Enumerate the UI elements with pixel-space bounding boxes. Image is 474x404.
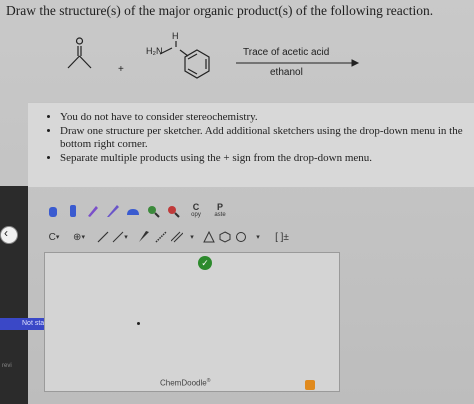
- instruction-item: You do not have to consider stereochemis…: [60, 111, 474, 124]
- instruction-item: Draw one structure per sketcher. Add add…: [60, 125, 474, 151]
- reaction-scheme: + H₂N H Trace of acetic acid ethanol: [0, 28, 474, 98]
- pencil-icon[interactable]: [104, 202, 122, 220]
- reaction-arrow: [236, 59, 360, 67]
- sketcher-toolbar-top: C opy P aste: [44, 202, 340, 222]
- question-text: Draw the structure(s) of the major organ…: [6, 3, 434, 18]
- eraser-icon[interactable]: [84, 202, 102, 220]
- copy-label: opy: [191, 212, 201, 218]
- charge-label: C: [48, 231, 56, 243]
- plus-circle-icon: ⊕: [73, 231, 82, 243]
- reagent-bottom: ethanol: [270, 67, 303, 78]
- hand-icon[interactable]: [44, 202, 62, 220]
- paste-button[interactable]: P aste: [208, 202, 232, 220]
- acetone-structure: [67, 37, 92, 69]
- zoom-in-icon[interactable]: [144, 202, 162, 220]
- brand-text: ChemDoodle: [160, 378, 207, 388]
- brand-mark: ®: [206, 378, 211, 384]
- chevron-left-icon: ‹: [4, 226, 8, 240]
- amine-label: H₂N: [146, 46, 163, 56]
- bracket-label: [ ]±: [275, 231, 289, 243]
- chevron-down-icon: ▾: [81, 234, 85, 241]
- instructions-list: You do not have to consider stereochemis…: [28, 103, 474, 165]
- chevron-down-icon: ▾: [256, 234, 260, 241]
- add-charge-button[interactable]: ⊕ ▾: [68, 228, 90, 246]
- paste-label: aste: [214, 212, 226, 218]
- ring-menu-button[interactable]: ▾: [250, 228, 266, 246]
- ring-icon[interactable]: [234, 228, 248, 246]
- chevron-down-icon: ▾: [190, 234, 194, 241]
- chevron-down-icon: ▾: [55, 234, 60, 241]
- chevron-down-icon: ▾: [124, 234, 128, 241]
- ring3-icon[interactable]: [202, 228, 216, 246]
- copy-letter: C: [192, 202, 200, 212]
- paste-letter: P: [216, 202, 223, 212]
- chemdoodle-brand: ChemDoodle®: [160, 378, 210, 388]
- collapse-nav-button[interactable]: ‹: [0, 226, 18, 244]
- instruction-item: Separate multiple products using the + s…: [60, 152, 474, 165]
- triple-bond-icon[interactable]: [170, 228, 184, 246]
- canvas-dot: [137, 322, 140, 325]
- question-page: Draw the structure(s) of the major organ…: [0, 0, 474, 404]
- nh-label: H: [172, 31, 179, 41]
- single-bond-icon[interactable]: [96, 228, 110, 246]
- zoom-out-icon[interactable]: [164, 202, 182, 220]
- benzene-icon[interactable]: [218, 228, 232, 246]
- plus-sign: +: [118, 64, 124, 75]
- wedge-bond-icon[interactable]: [136, 228, 152, 246]
- reagent-top: Trace of acetic acid: [243, 47, 330, 58]
- add-sketcher-button[interactable]: [305, 380, 315, 390]
- previous-link[interactable]: revi: [2, 363, 12, 369]
- hash-bond-icon[interactable]: [154, 228, 168, 246]
- check-icon: ✓: [198, 256, 212, 270]
- sketcher-toolbar-bottom: C ▾ ⊕ ▾ ▾ ▾ ▾ []±: [44, 228, 340, 248]
- lasso-icon[interactable]: [64, 202, 82, 220]
- charge-button[interactable]: C ▾: [44, 228, 64, 246]
- reaction-drawing: [67, 37, 360, 79]
- bracket-button[interactable]: [ ]±: [270, 228, 294, 246]
- cloud-icon[interactable]: [124, 202, 142, 220]
- sketcher-canvas[interactable]: [44, 252, 340, 392]
- instructions-panel: You do not have to consider stereochemis…: [28, 102, 474, 188]
- left-sidebar: [0, 186, 28, 404]
- copy-button[interactable]: C opy: [184, 202, 208, 220]
- phenylhydrazine-structure: [159, 41, 210, 79]
- double-bond-icon[interactable]: ▾: [112, 228, 128, 246]
- bond-menu-button[interactable]: ▾: [184, 228, 200, 246]
